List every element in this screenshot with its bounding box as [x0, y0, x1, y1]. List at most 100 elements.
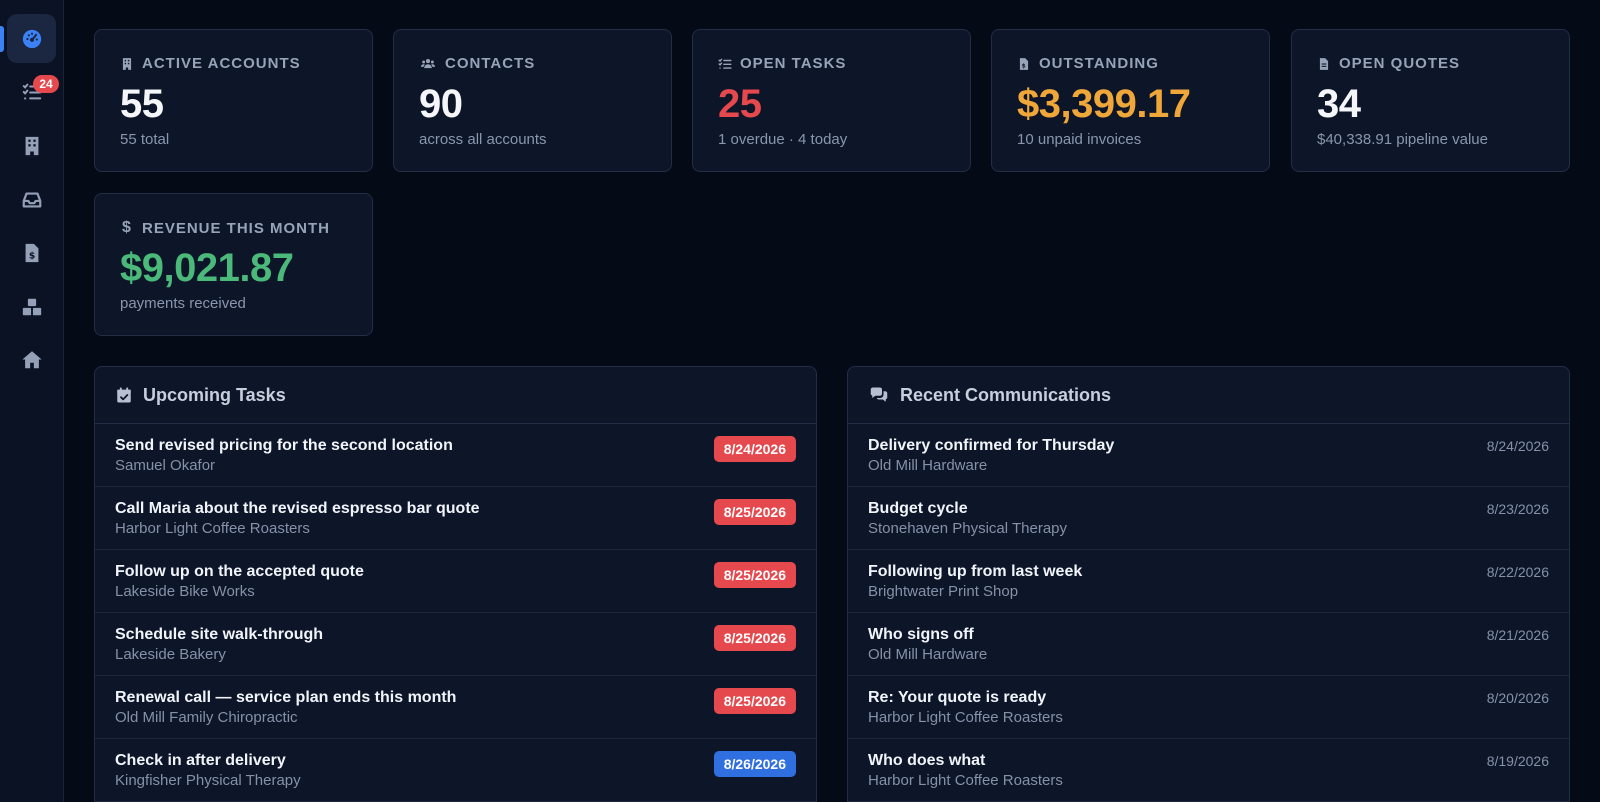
stat-value: 25 [718, 82, 762, 126]
communication-subject: Following up from last week [868, 563, 1083, 580]
task-row[interactable]: Check in after delivery Kingfisher Physi… [95, 739, 816, 802]
document-icon [1319, 57, 1329, 70]
stat-card-active-accounts[interactable]: ACTIVE ACCOUNTS 55 55 total [94, 29, 373, 172]
panel-title: Upcoming Tasks [143, 384, 286, 405]
dollar-icon: $ [122, 219, 132, 236]
stat-label-text: ACTIVE ACCOUNTS [142, 55, 301, 72]
task-title: Follow up on the accepted quote [115, 563, 364, 580]
task-row[interactable]: Send revised pricing for the second loca… [95, 424, 816, 487]
communication-account: Old Mill Hardware [868, 646, 988, 663]
stat-subtext: payments received [120, 295, 246, 312]
boxes-icon [22, 298, 41, 315]
communication-account: Old Mill Hardware [868, 457, 988, 474]
task-row[interactable]: Call Maria about the revised espresso ba… [95, 487, 816, 550]
panel-header: Recent Communications [848, 367, 1569, 424]
communication-row[interactable]: Budget cycle Stonehaven Physical Therapy… [848, 487, 1569, 550]
task-title: Schedule site walk-through [115, 626, 324, 643]
communication-row[interactable]: Who signs off Old Mill Hardware 8/21/202… [848, 613, 1569, 676]
upcoming-tasks-panel: Upcoming Tasks Send revised pricing for … [94, 366, 817, 802]
communication-row[interactable]: Following up from last week Brightwater … [848, 550, 1569, 613]
sidebar-item-dashboard[interactable] [7, 14, 56, 63]
communication-account: Brightwater Print Shop [868, 583, 1019, 600]
communication-account: Stonehaven Physical Therapy [868, 520, 1068, 537]
communication-subject: Budget cycle [868, 500, 968, 517]
communication-account: Harbor Light Coffee Roasters [868, 709, 1063, 726]
communication-subject: Who signs off [868, 626, 974, 643]
due-date-badge: 8/25/2026 [713, 562, 796, 588]
communication-date: 8/19/2026 [1486, 753, 1549, 769]
stat-subtext: 10 unpaid invoices [1017, 131, 1142, 148]
communication-date: 8/20/2026 [1486, 690, 1549, 706]
stat-value: 90 [419, 82, 463, 126]
stat-card-open-quotes[interactable]: OPEN QUOTES 34 $40,338.91 pipeline value [1291, 29, 1570, 172]
inbox-icon [22, 191, 41, 208]
building-icon [25, 136, 38, 155]
task-title: Send revised pricing for the second loca… [115, 437, 453, 454]
task-row[interactable]: Schedule site walk-through Lakeside Bake… [95, 613, 816, 676]
svg-text:$: $ [28, 250, 34, 261]
building-icon [122, 57, 132, 70]
communication-subject: Delivery confirmed for Thursday [868, 437, 1115, 454]
stat-subtext: 55 total [120, 131, 170, 148]
task-contact: Samuel Okafor [115, 457, 216, 474]
task-contact: Harbor Light Coffee Roasters [115, 520, 310, 537]
svg-text:$: $ [1022, 63, 1027, 69]
due-date-badge: 8/25/2026 [713, 625, 796, 651]
communication-date: 8/22/2026 [1486, 564, 1549, 580]
task-title: Check in after delivery [115, 752, 286, 769]
sidebar-item-tasks[interactable]: 24 [7, 67, 59, 116]
stat-label-text: OPEN QUOTES [1339, 55, 1461, 72]
stat-card-open-tasks[interactable]: OPEN TASKS 25 1 overdue · 4 today [692, 29, 971, 172]
task-contact: Lakeside Bakery [115, 646, 226, 663]
communication-row[interactable]: Delivery confirmed for Thursday Old Mill… [848, 424, 1569, 487]
communication-row[interactable]: Re: Your quote is ready Harbor Light Cof… [848, 676, 1569, 739]
gauge-icon [22, 29, 41, 48]
communication-row[interactable]: Who does what Harbor Light Coffee Roaste… [848, 739, 1569, 802]
task-row[interactable]: Follow up on the accepted quote Lakeside… [95, 550, 816, 613]
task-row[interactable]: Renewal call — service plan ends this mo… [95, 676, 816, 739]
stat-card-outstanding[interactable]: $ OUTSTANDING $3,399.17 10 unpaid invoic… [991, 29, 1270, 172]
stat-label: CONTACTS [419, 55, 535, 72]
due-date-badge: 8/26/2026 [713, 751, 796, 777]
chat-bubbles-icon [870, 387, 888, 402]
task-contact: Old Mill Family Chiropractic [115, 709, 298, 726]
stat-label-text: OPEN TASKS [740, 55, 847, 72]
stat-label-text: REVENUE THIS MONTH [142, 219, 331, 237]
communication-date: 8/21/2026 [1486, 627, 1549, 643]
home-icon [21, 350, 42, 368]
panel-header: Upcoming Tasks [95, 367, 816, 424]
stat-card-revenue[interactable]: $ REVENUE THIS MONTH $9,021.87 payments … [94, 193, 373, 336]
tasks-count-badge: 24 [33, 75, 59, 93]
sidebar-item-accounts[interactable] [7, 121, 56, 170]
stat-label: $ REVENUE THIS MONTH [120, 219, 330, 237]
sidebar-item-inventory[interactable] [7, 282, 56, 331]
due-date-badge: 8/25/2026 [713, 499, 796, 525]
stat-subtext: across all accounts [419, 131, 547, 148]
stat-label-text: CONTACTS [445, 55, 536, 72]
active-nav-indicator [0, 26, 4, 52]
stat-value: 55 [120, 82, 164, 126]
stat-value: 34 [1317, 82, 1361, 126]
stat-label: $ OUTSTANDING [1017, 55, 1159, 72]
sidebar-item-home[interactable] [7, 335, 56, 384]
recent-communications-panel: Recent Communications Delivery confirmed… [847, 366, 1570, 802]
task-title: Renewal call — service plan ends this mo… [115, 689, 457, 706]
communication-account: Harbor Light Coffee Roasters [868, 772, 1063, 789]
panel-title: Recent Communications [900, 384, 1112, 405]
stat-subtext: $40,338.91 pipeline value [1317, 131, 1488, 148]
communication-date: 8/23/2026 [1486, 501, 1549, 517]
due-date-badge: 8/24/2026 [713, 436, 796, 462]
users-icon [421, 58, 435, 68]
sidebar-item-inbox[interactable] [7, 175, 56, 224]
stat-card-contacts[interactable]: CONTACTS 90 across all accounts [393, 29, 672, 172]
sidebar-item-invoices[interactable]: $ [7, 228, 56, 277]
stat-value: $9,021.87 [120, 246, 294, 290]
communication-date: 8/24/2026 [1486, 438, 1549, 454]
communication-subject: Re: Your quote is ready [868, 689, 1047, 706]
sidebar: 24 $ [0, 0, 64, 802]
calendar-check-icon [117, 387, 131, 403]
stat-value: $3,399.17 [1017, 82, 1191, 126]
communication-subject: Who does what [868, 752, 986, 769]
task-contact: Kingfisher Physical Therapy [115, 772, 301, 789]
invoice-icon: $ [1019, 57, 1029, 70]
